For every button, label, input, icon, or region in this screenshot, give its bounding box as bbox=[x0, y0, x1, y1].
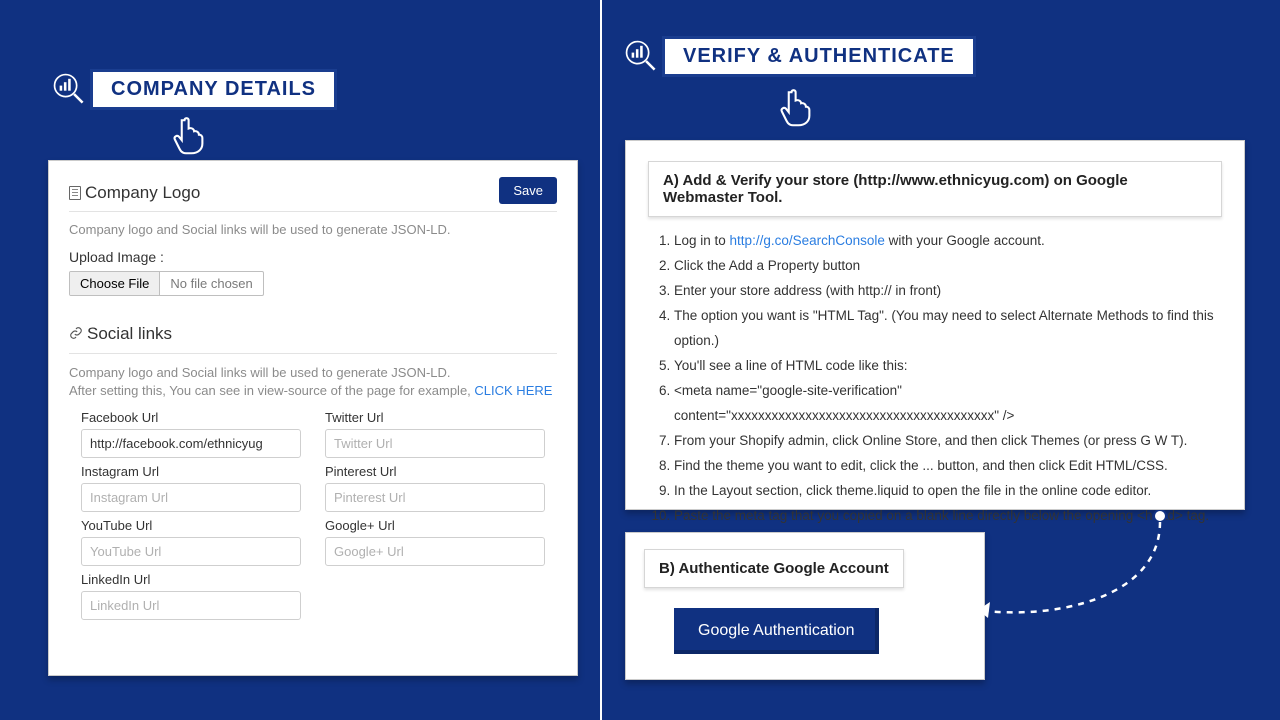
twitter-field: Twitter Url bbox=[325, 410, 545, 458]
document-icon bbox=[69, 186, 81, 200]
twitter-input[interactable] bbox=[325, 429, 545, 458]
youtube-label: YouTube Url bbox=[81, 518, 301, 533]
vertical-divider bbox=[600, 0, 602, 720]
search-console-link[interactable]: http://g.co/SearchConsole bbox=[730, 233, 885, 248]
pinterest-label: Pinterest Url bbox=[325, 464, 545, 479]
no-file-text: No file chosen bbox=[160, 272, 262, 295]
step-item: You'll see a line of HTML code like this… bbox=[674, 354, 1222, 379]
youtube-field: YouTube Url bbox=[81, 518, 301, 566]
google-authentication-button[interactable]: Google Authentication bbox=[674, 608, 879, 654]
chart-magnify-icon bbox=[48, 68, 90, 110]
googleplus-label: Google+ Url bbox=[325, 518, 545, 533]
facebook-input[interactable] bbox=[81, 429, 301, 458]
googleplus-input[interactable] bbox=[325, 537, 545, 566]
click-here-link[interactable]: CLICK HERE bbox=[474, 383, 552, 398]
hand-pointer-icon bbox=[168, 112, 212, 156]
step-item: <meta name="google-site-verification" co… bbox=[674, 379, 1222, 429]
company-logo-heading-text: Company Logo bbox=[85, 183, 200, 202]
step-item: Paste the meta tag that you copied on a … bbox=[674, 504, 1222, 529]
company-details-title: COMPANY DETAILS bbox=[111, 78, 316, 100]
step-item: Log in to http://g.co/SearchConsole with… bbox=[674, 229, 1222, 254]
authenticate-card: B) Authenticate Google Account Google Au… bbox=[625, 532, 985, 680]
upload-image-label: Upload Image : bbox=[69, 249, 557, 265]
verify-authenticate-badge: VERIFY & AUTHENTICATE bbox=[620, 35, 976, 77]
chart-magnify-icon bbox=[620, 35, 662, 77]
file-input[interactable]: Choose File No file chosen bbox=[69, 271, 264, 296]
verify-store-card: A) Add & Verify your store (http://www.e… bbox=[625, 140, 1245, 510]
step-item: Click the Add a Property button bbox=[674, 254, 1222, 279]
save-button[interactable]: Save bbox=[499, 177, 557, 204]
section-b-heading: B) Authenticate Google Account bbox=[644, 549, 904, 588]
divider bbox=[69, 211, 557, 212]
linkedin-field: LinkedIn Url bbox=[81, 572, 301, 620]
step-item: The option you want is "HTML Tag". (You … bbox=[674, 304, 1222, 354]
facebook-label: Facebook Url bbox=[81, 410, 301, 425]
linkedin-input[interactable] bbox=[81, 591, 301, 620]
twitter-label: Twitter Url bbox=[325, 410, 545, 425]
verify-authenticate-title: VERIFY & AUTHENTICATE bbox=[683, 45, 955, 67]
divider bbox=[69, 353, 557, 354]
company-logo-heading: Company Logo bbox=[69, 183, 557, 203]
step-item: From your Shopify admin, click Online St… bbox=[674, 429, 1222, 454]
social-links-heading-text: Social links bbox=[87, 324, 172, 343]
googleplus-field: Google+ Url bbox=[325, 518, 545, 566]
instagram-label: Instagram Url bbox=[81, 464, 301, 479]
instagram-field: Instagram Url bbox=[81, 464, 301, 512]
pinterest-field: Pinterest Url bbox=[325, 464, 545, 512]
steps-list: Log in to http://g.co/SearchConsole with… bbox=[648, 229, 1222, 554]
youtube-input[interactable] bbox=[81, 537, 301, 566]
social-links-heading: Social links bbox=[69, 324, 557, 345]
company-details-badge: COMPANY DETAILS bbox=[48, 68, 337, 110]
social-helper-text: Company logo and Social links will be us… bbox=[69, 364, 557, 400]
section-a-heading: A) Add & Verify your store (http://www.e… bbox=[648, 161, 1222, 217]
step-item: In the Layout section, click theme.liqui… bbox=[674, 479, 1222, 504]
company-details-card: Save Company Logo Company logo and Socia… bbox=[48, 160, 578, 676]
link-icon bbox=[69, 325, 83, 345]
hand-pointer-icon bbox=[775, 84, 819, 128]
instagram-input[interactable] bbox=[81, 483, 301, 512]
choose-file-button[interactable]: Choose File bbox=[70, 272, 160, 295]
step-item: Enter your store address (with http:// i… bbox=[674, 279, 1222, 304]
pinterest-input[interactable] bbox=[325, 483, 545, 512]
logo-helper-text: Company logo and Social links will be us… bbox=[69, 222, 557, 237]
linkedin-label: LinkedIn Url bbox=[81, 572, 301, 587]
step-item: Find the theme you want to edit, click t… bbox=[674, 454, 1222, 479]
facebook-field: Facebook Url bbox=[81, 410, 301, 458]
